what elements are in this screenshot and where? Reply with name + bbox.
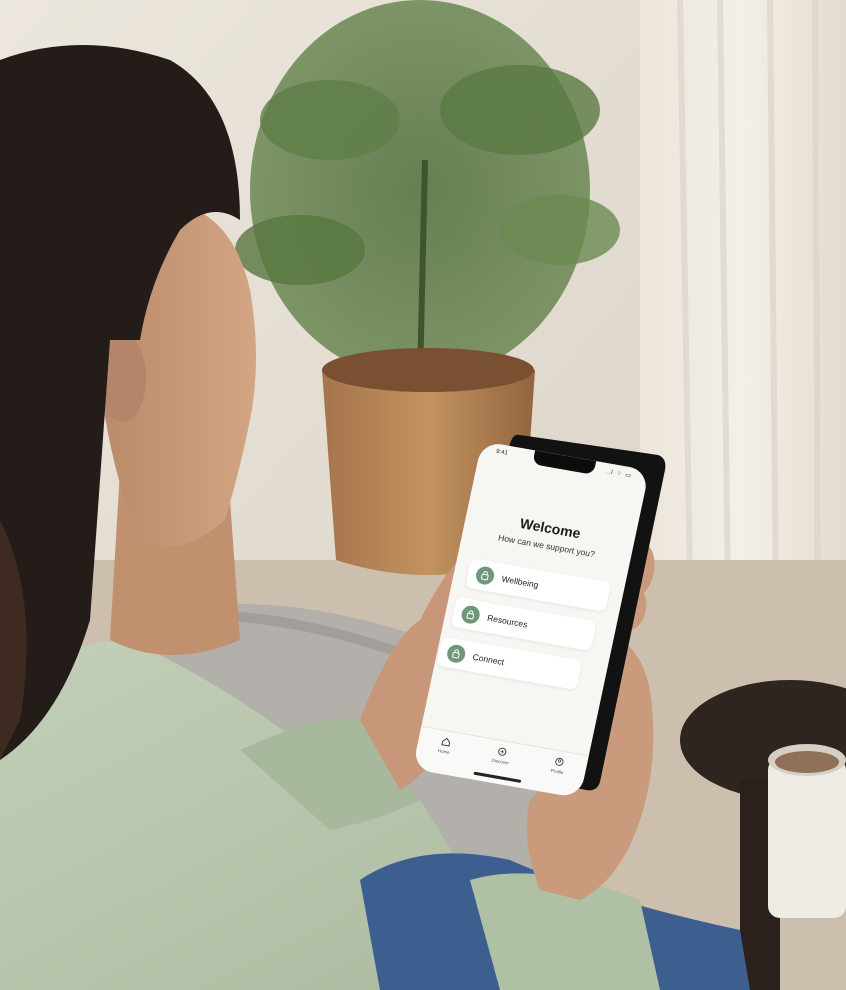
menu-item-label: Connect bbox=[471, 651, 506, 668]
lock-icon bbox=[445, 643, 467, 665]
tab-label: Home bbox=[437, 748, 451, 756]
tab-home[interactable]: Home bbox=[433, 736, 453, 774]
compass-icon bbox=[498, 747, 507, 756]
home-icon bbox=[441, 737, 450, 747]
tab-profile[interactable]: Profile bbox=[546, 756, 566, 794]
mug bbox=[768, 744, 846, 918]
tab-label: Discover bbox=[491, 757, 510, 766]
lock-icon bbox=[459, 604, 482, 626]
status-time: 9:41 bbox=[495, 448, 509, 457]
lock-icon bbox=[474, 565, 496, 586]
menu-list: Wellbeing Resources Connect bbox=[436, 557, 612, 703]
menu-item-label: Resources bbox=[486, 612, 529, 630]
tab-label: Profile bbox=[550, 768, 564, 776]
profile-icon bbox=[555, 757, 564, 766]
status-icons: ..l ⌔ ▭ bbox=[605, 469, 633, 480]
menu-item-label: Wellbeing bbox=[500, 573, 540, 590]
background-photo bbox=[0, 0, 846, 990]
